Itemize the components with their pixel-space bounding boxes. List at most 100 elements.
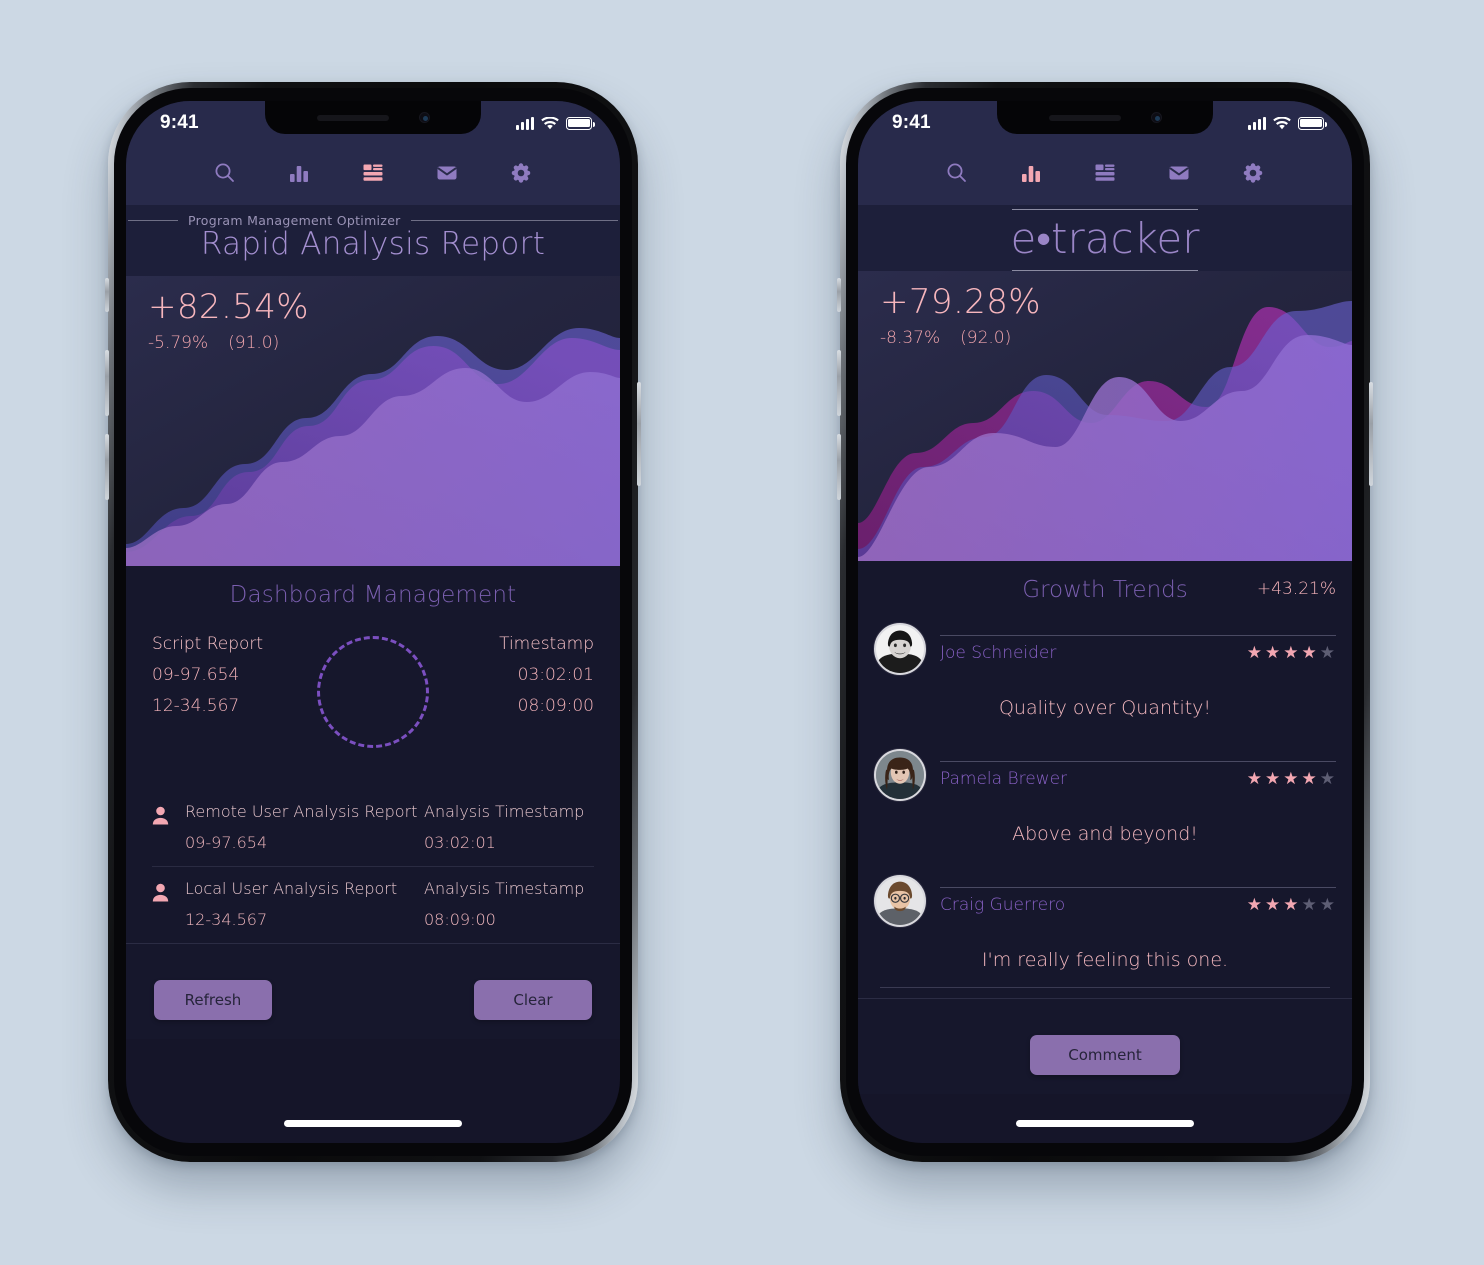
star-icon: ★ bbox=[1246, 769, 1263, 789]
star-rating: ★ ★ ★ ★ ★ bbox=[1247, 643, 1336, 663]
review-author: Craig Guerrero bbox=[940, 895, 1066, 915]
star-rating: ★ ★ ★ ★ ★ bbox=[1247, 769, 1336, 789]
row-label: Local User Analysis Report bbox=[185, 879, 398, 898]
nav-feed-icon-left[interactable] bbox=[356, 157, 390, 189]
power-button-right[interactable] bbox=[1369, 382, 1373, 486]
list-article-icon bbox=[1095, 164, 1115, 181]
home-indicator-left[interactable] bbox=[284, 1120, 462, 1127]
hero-value: (91.0) bbox=[228, 332, 280, 353]
row-value: 12-34.567 bbox=[185, 910, 268, 929]
section-percent-badge: +43.21% bbox=[1256, 579, 1336, 599]
hero-big-percent: +79.28% bbox=[880, 282, 1041, 322]
hero-delta-percent: -5.79% bbox=[148, 332, 209, 353]
earpiece-speaker-icon bbox=[1048, 114, 1121, 121]
summary-left-value-2: 12-34.567 bbox=[152, 696, 240, 716]
review-text: Above and beyond! bbox=[1012, 823, 1198, 845]
app-header-left: Program Management Optimizer Rapid Analy… bbox=[126, 205, 620, 276]
nav-settings-icon-right[interactable] bbox=[1236, 157, 1270, 189]
top-nav-left bbox=[126, 145, 620, 205]
power-button-left[interactable] bbox=[637, 382, 641, 486]
search-icon bbox=[215, 163, 234, 182]
review-header: Joe Schneider ★ ★ ★ ★ ★ bbox=[874, 613, 1336, 675]
phone-screen-left: 9:41 Program Management Optimizer Rapid … bbox=[126, 101, 620, 1143]
silent-switch-right[interactable] bbox=[837, 278, 841, 312]
hero-big-percent: +82.54% bbox=[148, 287, 309, 327]
volume-down-button-left[interactable] bbox=[105, 434, 109, 500]
footer-actions-left: Refresh Clear bbox=[126, 943, 620, 1039]
volume-down-button-right[interactable] bbox=[837, 434, 841, 500]
nav-feed-icon-right[interactable] bbox=[1088, 157, 1122, 189]
notch-left bbox=[265, 101, 481, 134]
review-meta: Joe Schneider ★ ★ ★ ★ ★ bbox=[940, 635, 1336, 663]
star-icon-empty: ★ bbox=[1319, 643, 1336, 663]
hero-value: (92.0) bbox=[960, 327, 1012, 348]
summary-right-col: Timestamp 03:02:01 08:09:00 bbox=[499, 634, 594, 716]
avatar-photo-joe bbox=[876, 625, 924, 673]
avatar bbox=[874, 623, 926, 675]
status-time: 9:41 bbox=[160, 112, 199, 133]
hero-stats-left: +82.54% -5.79% (91.0) bbox=[148, 287, 309, 353]
gear-icon bbox=[1243, 163, 1263, 183]
phone-bezel-left: 9:41 Program Management Optimizer Rapid … bbox=[114, 88, 632, 1156]
row-label: Remote User Analysis Report bbox=[185, 802, 418, 821]
person-icon bbox=[152, 883, 169, 906]
summary-right-value-2: 08:09:00 bbox=[517, 696, 594, 716]
star-icon: ★ bbox=[1246, 643, 1263, 663]
report-list: Remote User Analysis Report Analysis Tim… bbox=[126, 768, 620, 943]
refresh-button[interactable]: Refresh bbox=[154, 979, 272, 1020]
chart-layer-violet bbox=[858, 335, 1352, 561]
list-item[interactable]: Craig Guerrero ★ ★ ★ ★ ★ I'm really feel… bbox=[874, 865, 1336, 998]
wifi-icon bbox=[1273, 116, 1291, 129]
row-value: 09-97.654 bbox=[185, 833, 268, 852]
clear-button[interactable]: Clear bbox=[474, 979, 592, 1020]
home-indicator-right[interactable] bbox=[1016, 1120, 1194, 1127]
list-item[interactable]: Joe Schneider ★ ★ ★ ★ ★ Quality over Qua… bbox=[874, 613, 1336, 739]
hero-delta-percent: -8.37% bbox=[880, 327, 941, 348]
battery-icon bbox=[566, 116, 595, 130]
section-title-right: Growth Trends bbox=[1022, 577, 1188, 603]
star-icon-empty: ★ bbox=[1301, 895, 1318, 915]
phone-screen-right: 9:41 e•tracker +79.28% -8.37% (92.0) Gro… bbox=[858, 101, 1352, 1143]
bar-chart-icon bbox=[1022, 166, 1040, 182]
cellular-bars-icon bbox=[1248, 116, 1266, 130]
volume-up-button-right[interactable] bbox=[837, 350, 841, 416]
footer-actions-right: Comment bbox=[858, 998, 1352, 1094]
nav-search-icon-right[interactable] bbox=[940, 157, 974, 189]
volume-up-button-left[interactable] bbox=[105, 350, 109, 416]
list-article-icon bbox=[363, 164, 383, 181]
top-nav-right bbox=[858, 145, 1352, 205]
summary-left-col: Script Report 09-97.654 12-34.567 bbox=[152, 634, 263, 716]
table-row[interactable]: Local User Analysis Report Analysis Time… bbox=[152, 866, 594, 943]
star-icon: ★ bbox=[1246, 895, 1263, 915]
table-row[interactable]: Remote User Analysis Report Analysis Tim… bbox=[152, 790, 594, 866]
star-icon: ★ bbox=[1265, 895, 1282, 915]
section-header-right: Growth Trends +43.21% bbox=[858, 561, 1352, 611]
nav-mail-icon-right[interactable] bbox=[1162, 157, 1196, 189]
nav-stats-icon-left[interactable] bbox=[282, 157, 316, 189]
screenshot-stage: 9:41 Program Management Optimizer Rapid … bbox=[0, 0, 1484, 1265]
nav-mail-icon-left[interactable] bbox=[430, 157, 464, 189]
comment-button[interactable]: Comment bbox=[1030, 1034, 1180, 1075]
summary-block: Script Report 09-97.654 12-34.567 Timest… bbox=[126, 616, 620, 748]
avatar-photo-craig bbox=[876, 877, 924, 925]
nav-settings-icon-left[interactable] bbox=[504, 157, 538, 189]
star-icon: ★ bbox=[1283, 643, 1300, 663]
hero-chart-right: +79.28% -8.37% (92.0) bbox=[858, 271, 1352, 561]
nav-search-icon-left[interactable] bbox=[208, 157, 242, 189]
review-header: Craig Guerrero ★ ★ ★ ★ ★ bbox=[874, 865, 1336, 927]
summary-right-heading: Timestamp bbox=[499, 634, 594, 654]
front-camera-icon bbox=[418, 112, 430, 123]
earpiece-speaker-icon bbox=[316, 114, 389, 121]
silent-switch-left[interactable] bbox=[105, 278, 109, 312]
review-header: Pamela Brewer ★ ★ ★ ★ ★ bbox=[874, 739, 1336, 801]
front-camera-icon bbox=[1150, 112, 1162, 123]
nav-stats-icon-right[interactable] bbox=[1014, 157, 1048, 189]
review-author: Joe Schneider bbox=[940, 643, 1057, 663]
summary-left-value-1: 09-97.654 bbox=[152, 665, 240, 685]
row-head-line: Local User Analysis Report Analysis Time… bbox=[185, 879, 594, 898]
star-icon-empty: ★ bbox=[1319, 895, 1336, 915]
list-item[interactable]: Pamela Brewer ★ ★ ★ ★ ★ Above and beyond… bbox=[874, 739, 1336, 865]
row-content: Remote User Analysis Report Analysis Tim… bbox=[185, 802, 594, 852]
row-right-label: Analysis Timestamp bbox=[424, 879, 585, 898]
avatar bbox=[874, 749, 926, 801]
